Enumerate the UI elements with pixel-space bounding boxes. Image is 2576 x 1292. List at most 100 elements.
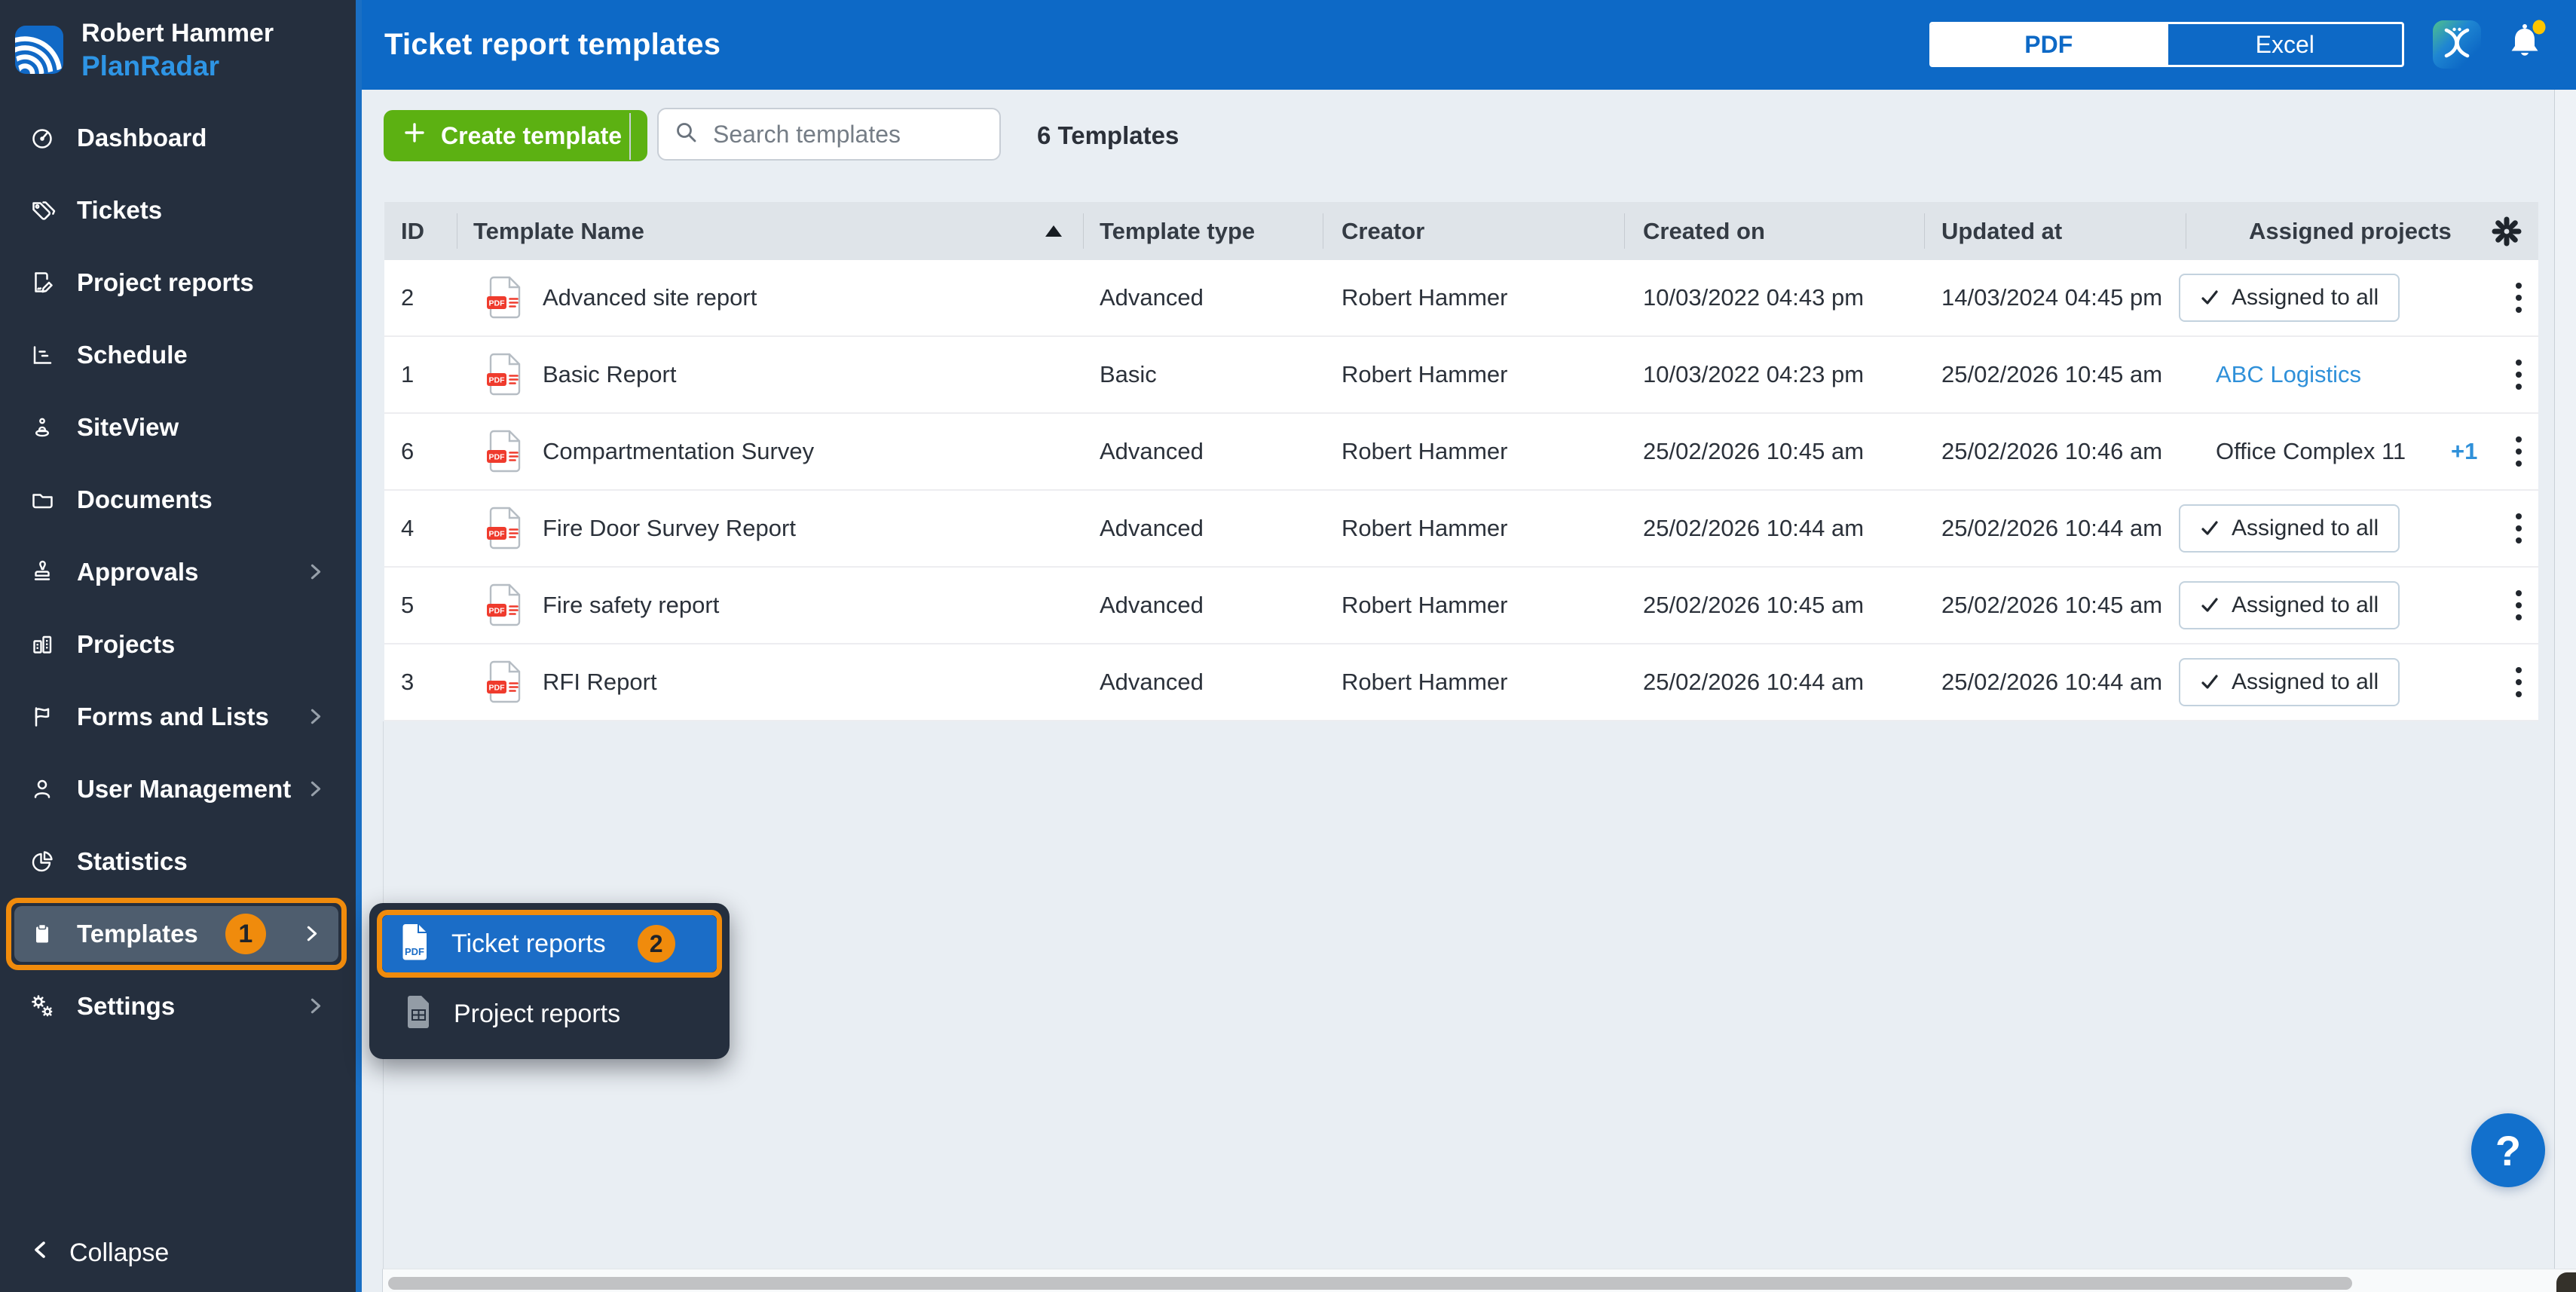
cell-template-name[interactable]: PDF Advanced site report xyxy=(457,260,1083,335)
cell-template-name[interactable]: PDF Compartmentation Survey xyxy=(457,414,1083,489)
user-icon xyxy=(29,776,56,803)
table-row: 3 PDF RFI Report Advanced Robert Hammer … xyxy=(384,644,2538,721)
svg-text:PDF: PDF xyxy=(489,453,506,462)
row-menu-kebab-icon[interactable] xyxy=(2511,663,2526,702)
cell-template-name[interactable]: PDF Fire Door Survey Report xyxy=(457,491,1083,566)
plus-icon xyxy=(403,121,426,150)
sidebar-item-templates[interactable]: Templates 1 xyxy=(6,898,347,970)
sidebar-item-tickets[interactable]: Tickets xyxy=(0,174,356,246)
top-header-bar: Ticket report templates PDF Excel xyxy=(362,0,2576,90)
cell-assigned-projects: Assigned to all xyxy=(2186,568,2538,643)
chevron-right-icon xyxy=(307,993,324,1019)
documents-icon xyxy=(29,486,56,513)
column-settings-gear-icon[interactable] xyxy=(2490,215,2523,248)
cell-creator: Robert Hammer xyxy=(1323,644,1624,720)
assigned-project-link[interactable]: ABC Logistics xyxy=(2216,361,2361,388)
search-box xyxy=(657,108,1001,161)
assigned-to-all-button[interactable]: Assigned to all xyxy=(2179,504,2400,553)
sidebar-item-label: Schedule xyxy=(77,341,188,369)
assigned-more-link[interactable]: +1 xyxy=(2451,438,2477,465)
svg-text:PDF: PDF xyxy=(489,376,506,385)
toggle-excel-button[interactable]: Excel xyxy=(2166,24,2403,65)
dashboard-icon xyxy=(29,124,56,152)
cell-template-type: Advanced xyxy=(1083,260,1323,335)
chevron-right-icon xyxy=(304,921,320,947)
table-row: 1 PDF Basic Report Basic Robert Hammer 1… xyxy=(384,337,2538,414)
sidebar-item-siteview[interactable]: SiteView xyxy=(0,391,356,464)
sidebar-item-label: Statistics xyxy=(77,847,188,876)
sidebar-item-label: Templates xyxy=(77,920,198,948)
row-menu-kebab-icon[interactable] xyxy=(2511,586,2526,625)
horizontal-scrollbar-thumb[interactable] xyxy=(388,1277,2352,1290)
sidebar-item-documents[interactable]: Documents xyxy=(0,464,356,536)
row-menu-kebab-icon[interactable] xyxy=(2511,432,2526,471)
cell-updated-at: 25/02/2026 10:44 am xyxy=(1924,644,2186,720)
project-reports-icon xyxy=(29,269,56,296)
question-mark-icon: ? xyxy=(2495,1126,2521,1175)
cell-updated-at: 25/02/2026 10:44 am xyxy=(1924,491,2186,566)
templates-flyout-menu: PDF Ticket reports 2 Project reports xyxy=(369,903,730,1059)
row-menu-kebab-icon[interactable] xyxy=(2511,355,2526,394)
templates-count: 6 Templates xyxy=(1037,110,1179,161)
sidebar-item-user-management[interactable]: User Management xyxy=(0,753,356,825)
column-header-template-type[interactable]: Template type xyxy=(1083,202,1323,260)
planradar-logo-icon xyxy=(15,26,63,74)
toggle-pdf-button[interactable]: PDF xyxy=(1932,24,2166,65)
column-header-updated-at[interactable]: Updated at xyxy=(1924,202,2186,260)
search-input[interactable] xyxy=(713,121,969,148)
assigned-to-all-button[interactable]: Assigned to all xyxy=(2179,274,2400,322)
sidebar-item-approvals[interactable]: Approvals xyxy=(0,536,356,608)
sidebar-item-settings[interactable]: Settings xyxy=(0,970,356,1042)
notifications-button[interactable] xyxy=(2505,18,2553,69)
cell-created-on: 25/02/2026 10:45 am xyxy=(1624,414,1924,489)
step-badge-2: 2 xyxy=(638,925,675,963)
table-row: 2 PDF Advanced site report Advanced Robe… xyxy=(384,260,2538,337)
sidebar-item-project-reports[interactable]: Project reports xyxy=(0,246,356,319)
column-header-creator[interactable]: Creator xyxy=(1323,202,1624,260)
cell-assigned-projects: Assigned to all xyxy=(2186,260,2538,335)
assigned-to-all-button[interactable]: Assigned to all xyxy=(2179,658,2400,706)
gears-icon xyxy=(29,993,56,1020)
cell-id: 2 xyxy=(384,260,457,335)
sidebar-item-dashboard[interactable]: Dashboard xyxy=(0,102,356,174)
sidebar-item-statistics[interactable]: Statistics xyxy=(0,825,356,898)
sidebar-item-forms-and-lists[interactable]: Forms and Lists xyxy=(0,681,356,753)
cell-assigned-projects: Assigned to all xyxy=(2186,644,2538,720)
whats-new-button[interactable] xyxy=(2433,20,2481,69)
row-menu-kebab-icon[interactable] xyxy=(2511,278,2526,317)
row-menu-kebab-icon[interactable] xyxy=(2511,509,2526,548)
flyout-item-ticket-reports[interactable]: PDF Ticket reports 2 xyxy=(382,915,717,972)
sidebar-collapse-button[interactable]: Collapse xyxy=(0,1214,169,1292)
templates-table: ID Template Name Template type Creator C… xyxy=(384,202,2538,721)
create-template-button[interactable]: Create template xyxy=(384,110,647,161)
cell-id: 1 xyxy=(384,337,457,412)
column-header-created-on[interactable]: Created on xyxy=(1624,202,1924,260)
cell-updated-at: 14/03/2024 04:45 pm xyxy=(1924,260,2186,335)
notification-dot xyxy=(2533,20,2546,35)
cell-template-name[interactable]: PDF RFI Report xyxy=(457,644,1083,720)
cell-template-name[interactable]: PDF Basic Report xyxy=(457,337,1083,412)
sidebar-item-label: Dashboard xyxy=(77,124,207,152)
account-switcher[interactable]: Robert Hammer PlanRadar xyxy=(15,17,274,83)
column-header-assigned-projects[interactable]: Assigned projects xyxy=(2186,202,2538,260)
column-header-id[interactable]: ID xyxy=(384,202,457,260)
cell-template-name[interactable]: PDF Fire safety report xyxy=(457,568,1083,643)
chevron-right-icon xyxy=(307,704,324,730)
sidebar-nav: Dashboard Tickets xyxy=(0,102,356,1042)
search-icon xyxy=(674,120,699,149)
column-header-template-name[interactable]: Template Name xyxy=(457,202,1083,260)
flyout-item-project-reports[interactable]: Project reports xyxy=(377,978,722,1050)
sidebar-item-projects[interactable]: Projects xyxy=(0,608,356,681)
help-button[interactable]: ? xyxy=(2471,1113,2545,1187)
tickets-icon xyxy=(29,197,56,224)
spreadsheet-file-icon xyxy=(405,995,433,1033)
sidebar-item-label: Forms and Lists xyxy=(77,703,269,731)
cell-template-type: Advanced xyxy=(1083,414,1323,489)
bell-icon xyxy=(2505,60,2553,72)
chevron-left-icon xyxy=(32,1236,50,1270)
account-user-name: Robert Hammer xyxy=(81,17,274,50)
assigned-to-all-button[interactable]: Assigned to all xyxy=(2179,581,2400,629)
account-app-name: PlanRadar xyxy=(81,50,274,83)
cell-assigned-projects: ABC Logistics xyxy=(2186,337,2538,412)
sidebar-item-schedule[interactable]: Schedule xyxy=(0,319,356,391)
